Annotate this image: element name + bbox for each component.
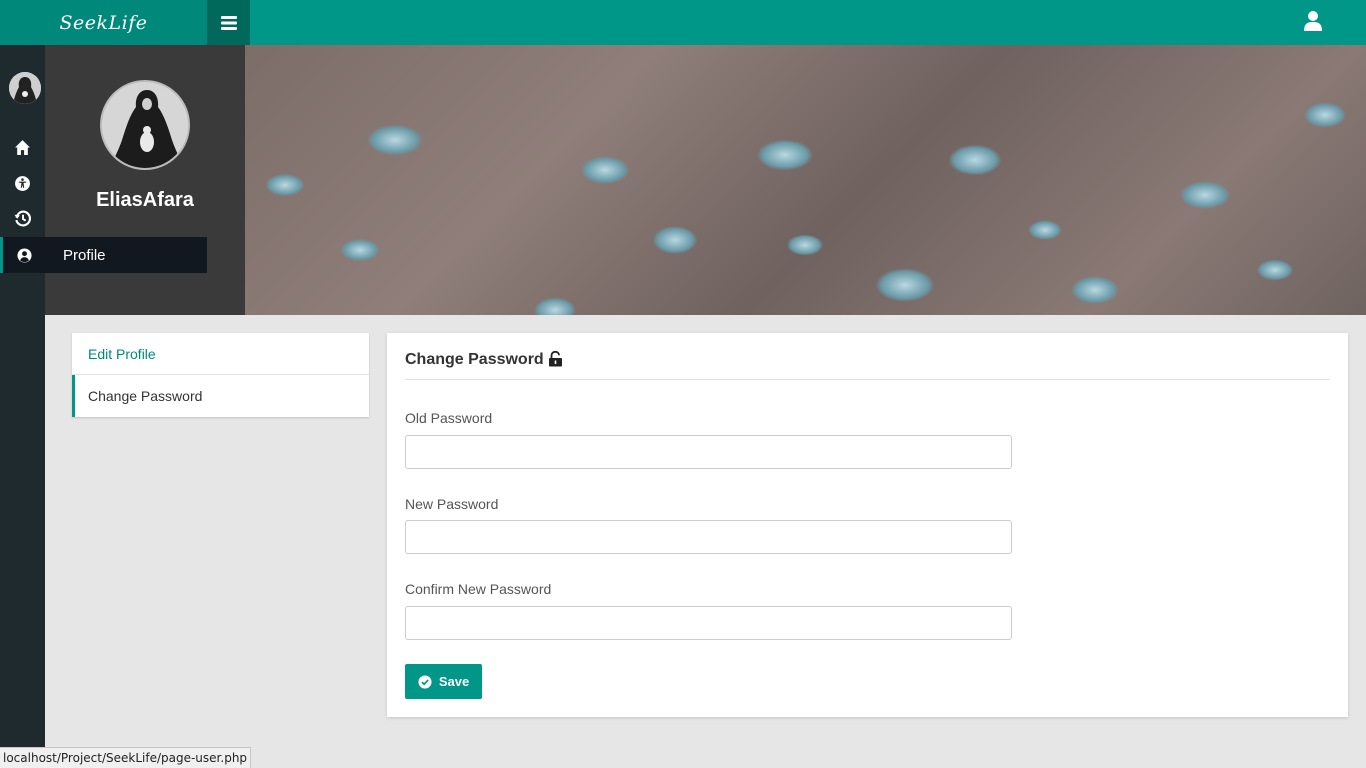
hamburger-icon [220,15,237,30]
card-header: Change Password [405,351,1330,380]
new-password-input[interactable] [405,520,1012,554]
menu-item-edit-profile[interactable]: Edit Profile [72,333,369,375]
save-button[interactable]: Save [405,664,482,699]
rail-history[interactable] [0,206,45,230]
old-password-input[interactable] [405,435,1012,469]
old-password-label: Old Password [405,410,493,426]
menu-item-change-password[interactable]: Change Password [72,375,369,417]
confirm-password-input[interactable] [405,606,1012,640]
user-menu-button[interactable] [1304,11,1328,35]
new-password-label: New Password [405,496,499,512]
rail-accessibility[interactable] [0,171,45,195]
rail-avatar[interactable] [9,72,41,104]
check-circle-icon [418,674,432,689]
user-circle-icon [3,247,45,263]
change-password-card: Change Password Old Password New Passwor… [387,333,1348,717]
home-icon [15,139,30,155]
nav-item-profile-label: Profile [63,246,106,264]
icon-rail [0,45,45,768]
browser-status-url: localhost/Project/SeekLife/page-user.php [0,747,252,768]
unlock-icon [548,351,562,367]
profile-panel: EliasAfara [45,45,245,315]
cover-banner-image [245,45,1366,315]
profile-side-menu: Edit Profile Change Password [72,333,369,417]
save-button-label: Save [438,674,470,689]
accessibility-icon [15,175,30,191]
profile-avatar[interactable] [100,80,190,170]
brand-text: SeekLife [59,11,148,34]
card-title: Change Password [405,351,544,368]
brand-logo[interactable]: SeekLife [0,0,207,45]
menu-toggle-button[interactable] [207,0,250,45]
profile-name: EliasAfara [96,189,194,211]
user-icon [1304,11,1322,31]
rail-home[interactable] [0,135,45,159]
nav-item-profile[interactable]: Profile [0,237,207,273]
history-icon [14,210,31,226]
top-bar: SeekLife [0,0,1366,45]
confirm-password-label: Confirm New Password [405,581,552,597]
